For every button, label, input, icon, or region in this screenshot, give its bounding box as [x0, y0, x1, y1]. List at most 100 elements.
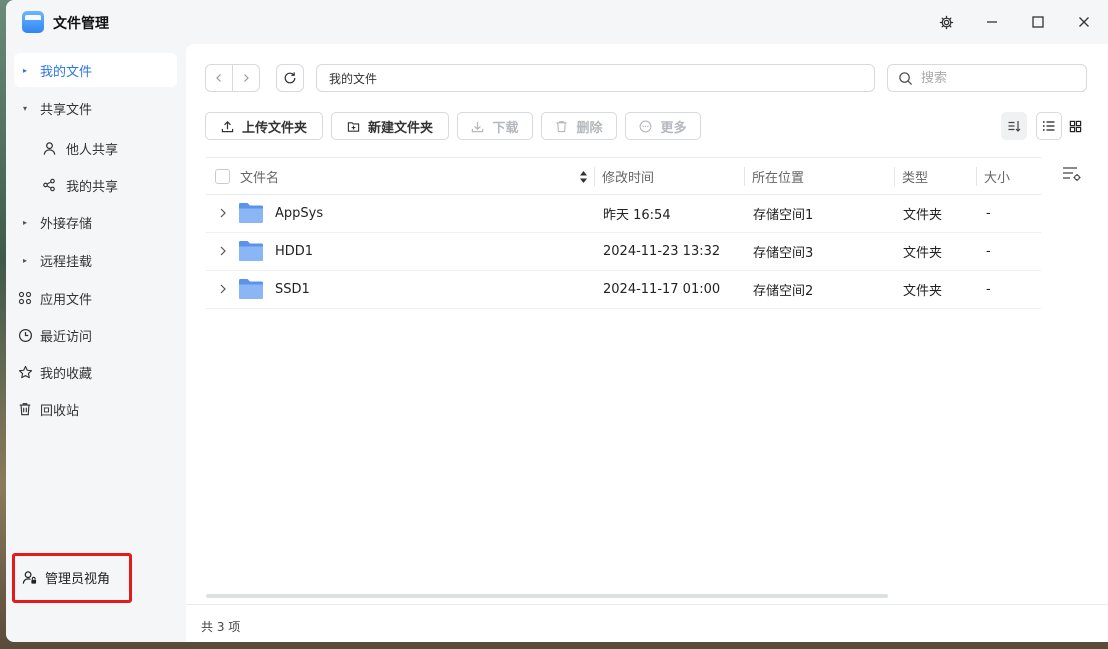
sidebar-item-app-files[interactable]: 应用文件 — [14, 281, 177, 315]
new-folder-button[interactable]: 新建文件夹 — [331, 112, 449, 140]
sidebar-item-shared-with-me[interactable]: 他人共享 — [36, 131, 177, 165]
upload-folder-button[interactable]: 上传文件夹 — [205, 112, 323, 140]
column-header-name[interactable]: 文件名 — [240, 158, 279, 195]
file-type: 文件夹 — [903, 284, 943, 299]
maximize-icon[interactable] — [1023, 8, 1053, 36]
gear-icon[interactable] — [931, 8, 961, 36]
grid-view-button[interactable] — [1062, 112, 1088, 140]
sidebar-item-label: 应用文件 — [40, 292, 93, 308]
forward-button[interactable] — [232, 65, 259, 91]
refresh-button[interactable] — [276, 64, 304, 92]
caret-right-icon: ▸ — [22, 217, 27, 227]
sidebar-item-label: 他人共享 — [66, 142, 119, 158]
column-header-modified[interactable]: 修改时间 — [602, 158, 654, 195]
file-name[interactable]: HDD1 — [275, 233, 313, 270]
new-folder-label: 新建文件夹 — [367, 120, 433, 136]
status-bar: 共 3 项 — [186, 604, 1108, 642]
caret-right-icon: ▸ — [22, 255, 27, 265]
sort-icon — [1008, 121, 1021, 132]
sidebar-item-recycle-bin[interactable]: 回收站 — [14, 392, 177, 426]
file-location: 存储空间3 — [753, 246, 814, 261]
table-row[interactable]: AppSys 昨天 16:54 存储空间1 文件夹 - — [206, 195, 1041, 233]
upload-folder-label: 上传文件夹 — [241, 120, 307, 136]
caret-right-icon: ▸ — [22, 65, 27, 75]
search-input[interactable] — [921, 70, 1071, 86]
main-panel: 我的文件 上传文件夹 新建文件夹 下载 删除 更多 — [186, 44, 1108, 642]
table-header: 文件名 修改时间 所在位置 类型 大小 — [206, 157, 1041, 195]
item-count: 共 3 项 — [201, 620, 241, 634]
column-divider — [744, 167, 745, 186]
upload-icon — [221, 120, 234, 132]
refresh-icon — [284, 72, 296, 84]
download-icon — [472, 121, 484, 132]
sidebar-item-my-shares[interactable]: 我的共享 — [36, 168, 177, 202]
table-row[interactable]: HDD1 2024-11-23 13:32 存储空间3 文件夹 - — [206, 233, 1041, 271]
sidebar-item-shared-files[interactable]: ▾ 共享文件 — [14, 91, 177, 125]
column-header-location[interactable]: 所在位置 — [752, 158, 804, 195]
column-divider — [594, 167, 595, 186]
history-nav — [205, 64, 260, 92]
close-icon[interactable] — [1069, 8, 1099, 36]
sidebar-item-my-files[interactable]: ▸ 我的文件 — [14, 53, 177, 87]
minimize-icon[interactable] — [977, 8, 1007, 36]
file-location: 存储空间1 — [753, 208, 814, 223]
sidebar-item-label: 我的文件 — [40, 64, 93, 80]
folder-icon — [238, 201, 264, 229]
chevron-right-icon[interactable] — [216, 282, 230, 296]
file-type: 文件夹 — [903, 246, 943, 261]
file-name[interactable]: SSD1 — [275, 271, 310, 308]
horizontal-scrollbar[interactable] — [206, 594, 888, 598]
sidebar-item-favorites[interactable]: 我的收藏 — [14, 355, 177, 389]
file-modified: 昨天 16:54 — [603, 208, 671, 223]
file-name[interactable]: AppSys — [275, 195, 323, 232]
chevron-right-icon — [244, 74, 249, 82]
caret-down-icon: ▾ — [22, 103, 27, 113]
download-button[interactable]: 下载 — [457, 112, 533, 140]
sidebar-item-label: 回收站 — [40, 403, 80, 419]
back-button[interactable] — [206, 65, 232, 91]
sidebar-item-label: 外接存储 — [40, 216, 93, 232]
file-type: 文件夹 — [903, 208, 943, 223]
sidebar-item-remote-mount[interactable]: ▸ 远程挂载 — [14, 243, 177, 277]
file-size: - — [986, 206, 991, 221]
column-header-size[interactable]: 大小 — [984, 158, 1010, 195]
admin-user-icon — [22, 570, 40, 585]
folder-icon — [238, 239, 264, 267]
select-all-checkbox[interactable] — [215, 169, 230, 184]
grid-view-icon — [1069, 120, 1081, 132]
admin-view-button[interactable]: 管理员视角 — [22, 568, 110, 587]
list-view-button[interactable] — [1036, 112, 1062, 140]
person-icon — [38, 139, 60, 157]
delete-label: 删除 — [576, 120, 603, 136]
chevron-left-icon — [216, 74, 221, 82]
title-bar: 文件管理 — [6, 0, 1108, 44]
chevron-right-icon[interactable] — [216, 206, 230, 220]
sort-button[interactable] — [1001, 112, 1027, 140]
sidebar-item-label: 远程挂载 — [40, 254, 93, 270]
file-size: - — [986, 244, 991, 259]
search-box[interactable] — [887, 64, 1087, 92]
column-header-type[interactable]: 类型 — [902, 158, 928, 195]
more-button[interactable]: 更多 — [625, 112, 701, 140]
sidebar-item-recent[interactable]: 最近访问 — [14, 318, 177, 352]
new-folder-icon — [347, 121, 360, 132]
share-icon — [38, 176, 60, 194]
column-settings-icon[interactable] — [1062, 166, 1082, 186]
chevron-right-icon[interactable] — [216, 244, 230, 258]
sidebar-item-label: 最近访问 — [40, 329, 93, 345]
delete-button[interactable]: 删除 — [541, 112, 617, 140]
path-bar[interactable]: 我的文件 — [316, 64, 875, 92]
clock-icon — [14, 326, 36, 344]
window-title: 文件管理 — [53, 16, 109, 32]
sidebar-item-external-storage[interactable]: ▸ 外接存储 — [14, 205, 177, 239]
sidebar-item-label: 共享文件 — [40, 102, 93, 118]
search-icon — [899, 71, 913, 85]
file-location: 存储空间2 — [753, 284, 814, 299]
trash-icon — [556, 120, 568, 132]
file-manager-app-icon — [22, 11, 44, 33]
sort-updown-icon[interactable] — [579, 158, 588, 195]
file-table: 文件名 修改时间 所在位置 类型 大小 AppSys 昨天 16:54 存储空间… — [206, 157, 1041, 309]
table-row[interactable]: SSD1 2024-11-17 01:00 存储空间2 文件夹 - — [206, 271, 1041, 309]
file-modified: 2024-11-23 13:32 — [603, 244, 721, 259]
folder-icon — [238, 277, 264, 305]
